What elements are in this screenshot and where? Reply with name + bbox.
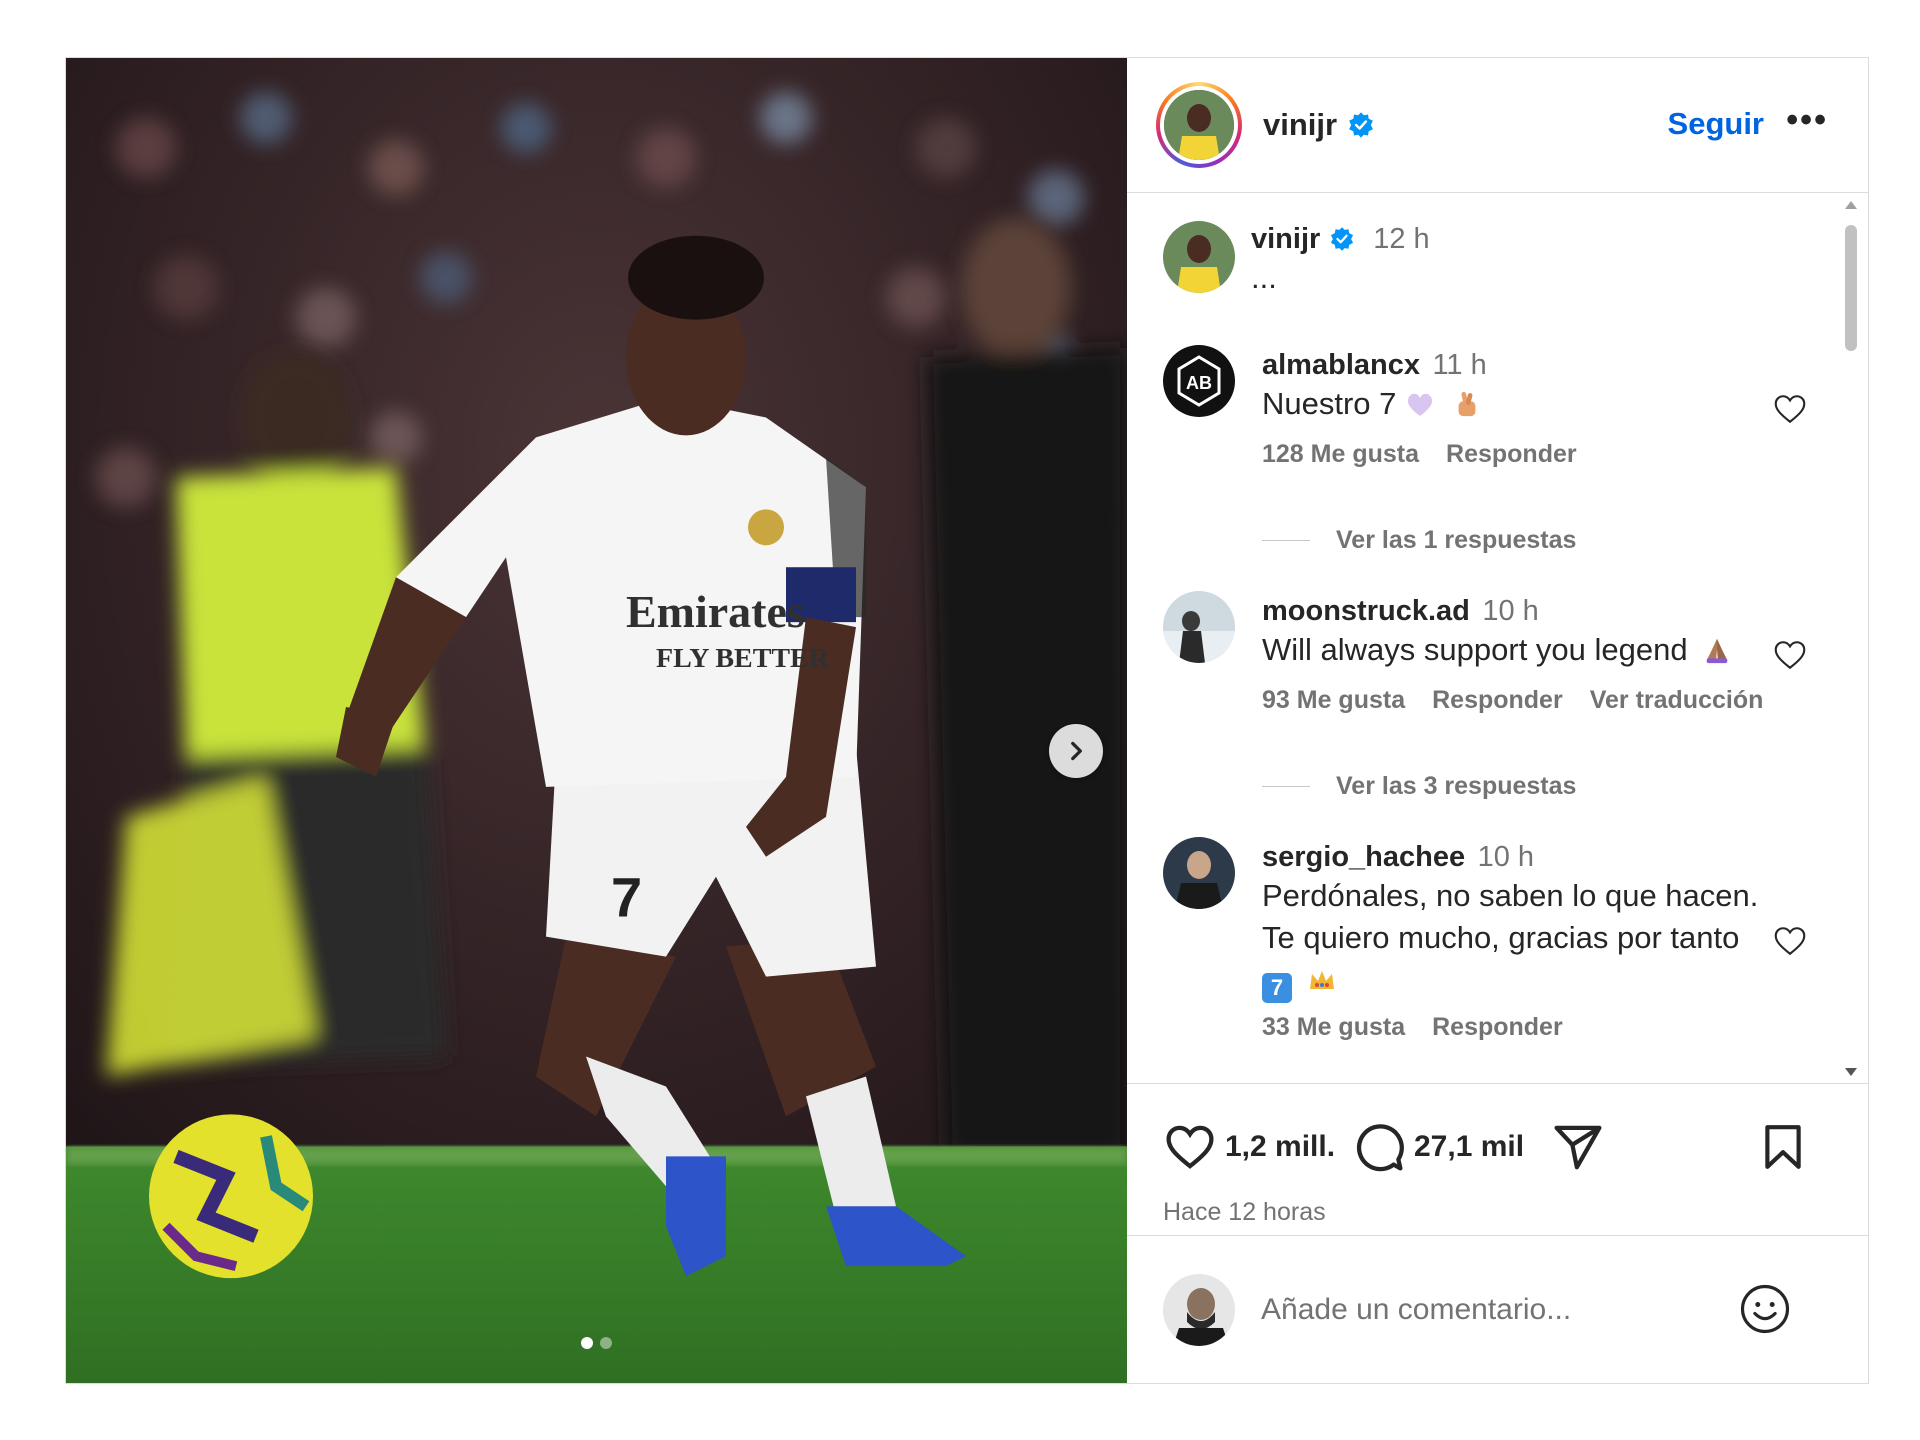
comment-action[interactable]: 27,1 mil — [1352, 1120, 1524, 1174]
comment-text-line-2: Te quiero mucho, gracias por tanto — [1262, 920, 1740, 955]
scroll-down-arrow-icon[interactable] — [1845, 1068, 1857, 1076]
chevron-right-icon — [1071, 741, 1082, 761]
emoji-picker-icon[interactable] — [1738, 1282, 1792, 1336]
carousel-indicator — [66, 1337, 1127, 1349]
header-username[interactable]: vinijr — [1263, 107, 1375, 143]
add-comment-bar — [1127, 1235, 1868, 1383]
follow-button[interactable]: Seguir — [1668, 106, 1764, 142]
caption-username[interactable]: vinijr — [1251, 223, 1320, 255]
svg-text:FLY BETTER: FLY BETTER — [656, 643, 830, 674]
scroll-up-arrow-icon[interactable] — [1845, 201, 1857, 209]
translate-button[interactable]: Ver traducción — [1590, 686, 1764, 715]
svg-text:Emirates: Emirates — [626, 586, 805, 637]
keycap-seven-emoji: 7 — [1262, 973, 1292, 1003]
commenter-avatar[interactable]: AB — [1163, 345, 1235, 417]
carousel-next-button[interactable] — [1049, 724, 1103, 778]
view-replies-label[interactable]: Ver las 1 respuestas — [1336, 526, 1576, 555]
post-header: vinijr Seguir ••• — [1127, 58, 1868, 193]
football-player-photo: Emirates FLY BETTER 7 — [66, 58, 1127, 1383]
caption-time: 12 h — [1373, 223, 1430, 255]
verified-badge-icon — [1349, 112, 1373, 138]
username-text[interactable]: vinijr — [1263, 107, 1337, 143]
scrollbar-thumb[interactable] — [1845, 225, 1857, 351]
post-photo[interactable]: Emirates FLY BETTER 7 — [66, 58, 1127, 1383]
comment-text: Will always support you legend — [1262, 632, 1688, 667]
crossed-fingers-emoji — [1458, 391, 1476, 417]
comment-item: AB almablancx 11 h Nuestro 7 128 Me gust… — [1163, 345, 1808, 468]
like-comment-icon[interactable] — [1772, 923, 1808, 959]
comments-scrollbar[interactable] — [1842, 201, 1860, 1076]
post-sidebar: vinijr Seguir ••• vinijr 12 h ... AB alm… — [1127, 58, 1868, 1383]
comment-time: 10 h — [1477, 841, 1535, 873]
profile-story-ring[interactable] — [1156, 82, 1242, 168]
commenter-avatar[interactable] — [1163, 591, 1235, 663]
view-replies-button[interactable]: Ver las 1 respuestas — [1262, 526, 1576, 555]
post-actions: 1,2 mill. 27,1 mil Hace 12 horas — [1127, 1084, 1868, 1234]
praying-hands-emoji — [1706, 638, 1728, 664]
caption-avatar[interactable] — [1163, 221, 1235, 293]
comment-time: 10 h — [1482, 595, 1539, 627]
likes-count[interactable]: 1,2 mill. — [1225, 1130, 1335, 1164]
bookmark-icon[interactable] — [1758, 1120, 1808, 1174]
comment-username[interactable]: almablancx — [1262, 349, 1420, 381]
like-action[interactable]: 1,2 mill. — [1163, 1120, 1335, 1174]
heart-icon[interactable] — [1163, 1120, 1217, 1174]
verified-badge-icon — [1330, 227, 1353, 251]
comment-username[interactable]: sergio_hachee — [1262, 841, 1465, 873]
reply-button[interactable]: Responder — [1446, 440, 1577, 469]
replies-divider — [1262, 786, 1310, 787]
crown-emoji — [1309, 971, 1334, 989]
view-replies-button[interactable]: Ver las 3 respuestas — [1262, 772, 1576, 801]
comment-username[interactable]: moonstruck.ad — [1262, 595, 1470, 627]
commenter-avatar[interactable] — [1163, 837, 1235, 909]
caption-text: ... — [1251, 260, 1277, 295]
svg-text:7: 7 — [611, 866, 642, 929]
comment-item: sergio_hachee 10 h Perdónales, no saben … — [1163, 837, 1808, 1057]
svg-text:AB: AB — [1186, 373, 1212, 393]
like-comment-icon[interactable] — [1772, 391, 1808, 427]
comment-likes[interactable]: 33 Me gusta — [1262, 1013, 1405, 1042]
purple-heart-emoji — [1407, 393, 1433, 416]
carousel-dot — [600, 1337, 612, 1349]
comments-count[interactable]: 27,1 mil — [1414, 1130, 1524, 1164]
comment-likes[interactable]: 93 Me gusta — [1262, 686, 1405, 715]
current-user-avatar — [1163, 1273, 1235, 1346]
post-time-ago: Hace 12 horas — [1163, 1198, 1326, 1226]
replies-divider — [1262, 540, 1310, 541]
avatar — [1164, 90, 1234, 160]
more-options-icon[interactable]: ••• — [1786, 103, 1828, 137]
comment-text: Nuestro 7 — [1262, 386, 1397, 421]
comment-text-line-1: Perdónales, no saben lo que hacen. — [1262, 878, 1759, 913]
comments-list[interactable]: vinijr 12 h ... AB almablancx 11 h Nuest… — [1127, 193, 1868, 1084]
comment-input[interactable] — [1261, 1292, 1721, 1327]
view-replies-label[interactable]: Ver las 3 respuestas — [1336, 772, 1576, 801]
reply-button[interactable]: Responder — [1432, 686, 1563, 715]
post-caption: vinijr 12 h ... — [1163, 221, 1808, 295]
comment-time: 11 h — [1432, 349, 1487, 381]
instagram-post: Emirates FLY BETTER 7 vinijr Seguir ••• … — [65, 57, 1869, 1384]
comment-likes[interactable]: 128 Me gusta — [1262, 440, 1419, 469]
comment-icon[interactable] — [1352, 1120, 1406, 1174]
like-comment-icon[interactable] — [1772, 637, 1808, 673]
reply-button[interactable]: Responder — [1432, 1013, 1563, 1042]
share-icon[interactable] — [1551, 1120, 1605, 1174]
carousel-dot-active — [581, 1337, 593, 1349]
comment-item: moonstruck.ad 10 h Will always support y… — [1163, 591, 1808, 714]
